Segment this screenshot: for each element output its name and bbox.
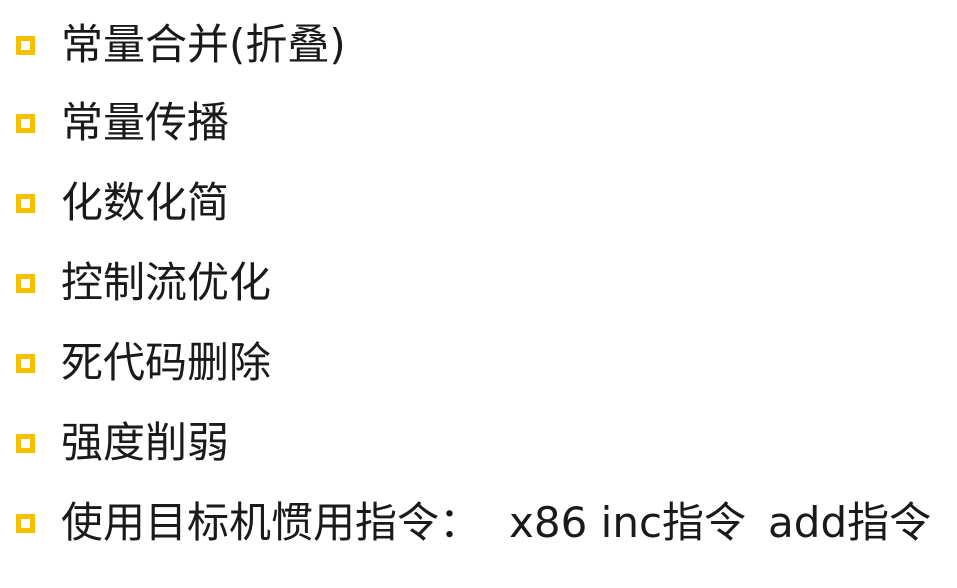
list-item: 常量传播 — [16, 93, 229, 153]
square-bullet-icon — [16, 193, 35, 213]
square-bullet-icon — [16, 113, 35, 133]
list-item-text: 常量合并(折叠) — [61, 20, 346, 69]
list-item-text: 常量传播 — [61, 98, 230, 147]
square-bullet-icon — [16, 273, 35, 293]
square-bullet-icon — [16, 353, 35, 373]
square-bullet-icon — [16, 513, 35, 533]
list-item: 强度削弱 — [16, 413, 229, 473]
list-item: 化数化简 — [16, 173, 229, 233]
example-add-instruction: add指令 — [768, 498, 932, 547]
square-bullet-icon — [16, 35, 35, 55]
example-inc-instruction: x86 inc指令 — [509, 498, 747, 547]
list-item-text: 化数化简 — [61, 178, 230, 227]
list-item-text: 控制流优化 — [61, 258, 272, 307]
list-item-text: 强度削弱 — [61, 418, 230, 467]
list-item: 控制流优化 — [16, 253, 271, 313]
list-item-text: 使用目标机惯用指令： x86 inc指令 add指令 — [61, 493, 931, 553]
list-item: 常量合并(折叠) — [16, 15, 346, 75]
list-item: 使用目标机惯用指令： x86 inc指令 add指令 — [16, 493, 931, 553]
list-item: 死代码删除 — [16, 333, 271, 393]
target-idioms-label: 使用目标机惯用指令： — [61, 498, 482, 547]
square-bullet-icon — [16, 433, 35, 453]
list-item-text: 死代码删除 — [61, 338, 272, 387]
